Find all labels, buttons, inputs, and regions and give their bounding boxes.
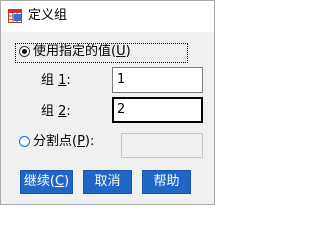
specified-values-label[interactable]: 使用指定的值(U) xyxy=(33,44,131,60)
group1-input[interactable]: 1 xyxy=(112,67,203,93)
cut-point-radio[interactable] xyxy=(19,136,30,147)
cancel-button[interactable]: 取消 xyxy=(83,170,132,194)
continue-button[interactable]: 继续(C) xyxy=(20,170,73,194)
spss-grid-app-icon xyxy=(8,9,22,23)
window-title: 定义组 xyxy=(28,8,68,23)
radio-selected-dot xyxy=(22,49,27,54)
group2-input[interactable]: 2 xyxy=(112,97,203,123)
specified-values-radio[interactable] xyxy=(19,46,30,57)
cut-point-input[interactable] xyxy=(121,133,203,158)
group2-label: 组 2: xyxy=(41,104,71,119)
cut-point-label[interactable]: 分割点(P): xyxy=(33,134,94,150)
help-button[interactable]: 帮助 xyxy=(142,170,191,194)
dialog-body: 使用指定的值(U) 组 1: 1 组 2: 2 分割点(P): 继续(C) 取消… xyxy=(1,32,214,204)
title-bar[interactable]: 定义组 xyxy=(1,1,214,32)
define-groups-dialog: 定义组 使用指定的值(U) 组 1: 1 组 2: 2 分割点(P): 继续(C… xyxy=(0,0,215,205)
group1-label: 组 1: xyxy=(41,73,71,88)
